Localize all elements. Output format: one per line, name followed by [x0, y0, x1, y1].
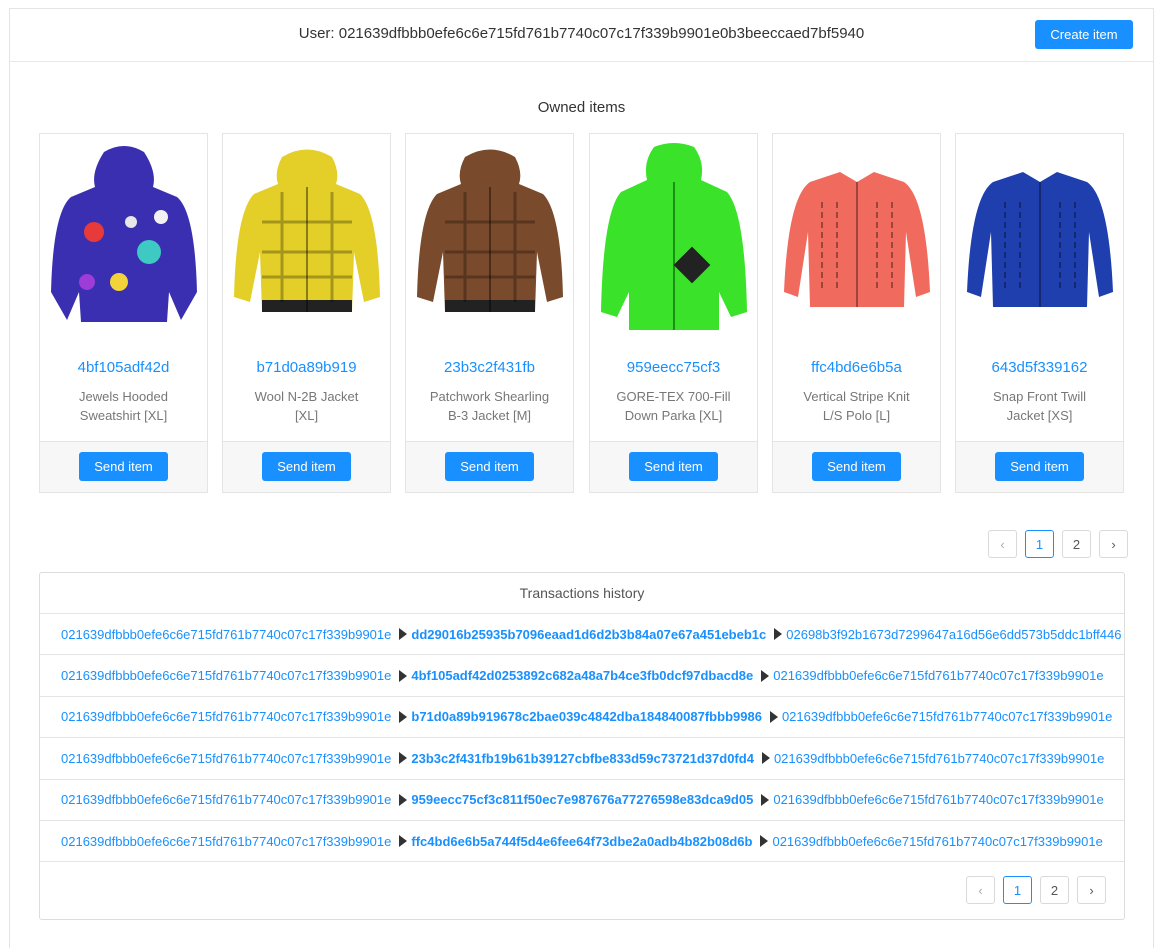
tx-page-2-button[interactable]: 2 [1040, 876, 1069, 904]
transaction-row: 021639dfbbb0efe6c6e715fd761b7740c07c17f3… [40, 738, 1124, 780]
item-id-link[interactable]: 643d5f339162 [956, 359, 1123, 376]
owned-items-title: Owned items [537, 99, 626, 116]
send-item-button[interactable]: Send item [262, 452, 351, 481]
page-2-button[interactable]: 2 [1062, 530, 1091, 558]
user-label: User: 021639dfbbb0efe6c6e715fd761b7740c0… [298, 25, 865, 42]
item-image [228, 139, 385, 335]
recipient-link[interactable]: 021639dfbbb0efe6c6e715fd761b7740c07c17f3… [782, 709, 1112, 724]
arrow-right-icon [399, 793, 408, 806]
item-image [411, 139, 568, 335]
item-card: 23b3c2f431fb Patchwork Shearling B-3 Jac… [405, 133, 574, 493]
item-name: Snap Front Twill Jacket [XS] [993, 389, 1086, 423]
item-name: Wool N-2B Jacket [XL] [254, 389, 359, 423]
send-item-button[interactable]: Send item [995, 452, 1084, 481]
item-image [595, 139, 752, 335]
item-image [778, 139, 935, 335]
recipient-link[interactable]: 021639dfbbb0efe6c6e715fd761b7740c07c17f3… [772, 834, 1102, 849]
recipient-link[interactable]: 021639dfbbb0efe6c6e715fd761b7740c07c17f3… [773, 668, 1103, 683]
item-name: Jewels Hooded Sweatshirt [XL] [79, 389, 168, 423]
item-card: b71d0a89b919 Wool N-2B Jacket [XL] Send … [222, 133, 391, 493]
arrow-right-icon [774, 628, 783, 641]
item-card: 4bf105adf42d Jewels Hooded Sweatshirt [X… [39, 133, 208, 493]
send-item-button[interactable]: Send item [812, 452, 901, 481]
item-card: 959eecc75cf3 GORE-TEX 700-Fill Down Park… [589, 133, 758, 493]
item-name: Patchwork Shearling B-3 Jacket [M] [429, 389, 550, 423]
transactions-history: Transactions history 021639dfbbb0efe6c6e… [39, 572, 1125, 920]
transactions-pagination: ‹ 1 2 › [966, 876, 1106, 904]
item-hash-link[interactable]: 23b3c2f431fb19b61b39127cbfbe833d59c73721… [411, 751, 754, 766]
recipient-link[interactable]: 021639dfbbb0efe6c6e715fd761b7740c07c17f3… [773, 792, 1103, 807]
item-card-footer: Send item [956, 441, 1123, 492]
header: User: 021639dfbbb0efe6c6e715fd761b7740c0… [10, 9, 1153, 62]
item-hash-link[interactable]: dd29016b25935b7096eaad1d6d2b3b84a07e67a4… [411, 627, 766, 642]
sender-link[interactable]: 021639dfbbb0efe6c6e715fd761b7740c07c17f3… [61, 709, 391, 724]
arrow-right-icon [399, 710, 408, 723]
arrow-right-icon [760, 835, 769, 848]
item-card-footer: Send item [40, 441, 207, 492]
item-image [45, 139, 202, 335]
arrow-right-icon [769, 710, 778, 723]
item-name: Vertical Stripe Knit L/S Polo [L] [803, 389, 910, 423]
tx-page-1-button[interactable]: 1 [1003, 876, 1032, 904]
sender-link[interactable]: 021639dfbbb0efe6c6e715fd761b7740c07c17f3… [61, 668, 391, 683]
transaction-row: 021639dfbbb0efe6c6e715fd761b7740c07c17f3… [40, 614, 1124, 656]
arrow-right-icon [399, 628, 408, 641]
sender-link[interactable]: 021639dfbbb0efe6c6e715fd761b7740c07c17f3… [61, 834, 391, 849]
transaction-row: 021639dfbbb0efe6c6e715fd761b7740c07c17f3… [40, 821, 1124, 863]
transaction-row: 021639dfbbb0efe6c6e715fd761b7740c07c17f3… [40, 697, 1124, 739]
send-item-button[interactable]: Send item [79, 452, 168, 481]
item-card-footer: Send item [773, 441, 940, 492]
recipient-link[interactable]: 021639dfbbb0efe6c6e715fd761b7740c07c17f3… [774, 751, 1104, 766]
tx-next-page-button[interactable]: › [1077, 876, 1106, 904]
create-item-button[interactable]: Create item [1035, 20, 1133, 49]
item-card-footer: Send item [590, 441, 757, 492]
transactions-title: Transactions history [40, 573, 1124, 614]
arrow-right-icon [761, 793, 770, 806]
recipient-link[interactable]: 02698b3f92b1673d7299647a16d56e6dd573b5dd… [786, 627, 1121, 642]
main-panel: User: 021639dfbbb0efe6c6e715fd761b7740c0… [9, 8, 1154, 948]
item-card-footer: Send item [223, 441, 390, 492]
tx-prev-page-button[interactable]: ‹ [966, 876, 995, 904]
send-item-button[interactable]: Send item [629, 452, 718, 481]
item-hash-link[interactable]: 4bf105adf42d0253892c682a48a7b4ce3fb0dcf9… [411, 668, 753, 683]
sender-link[interactable]: 021639dfbbb0efe6c6e715fd761b7740c07c17f3… [61, 627, 391, 642]
transaction-row: 021639dfbbb0efe6c6e715fd761b7740c07c17f3… [40, 780, 1124, 821]
arrow-right-icon [399, 669, 408, 682]
item-hash-link[interactable]: ffc4bd6e6b5a744f5d4e6fee64f73dbe2a0adb4b… [411, 834, 752, 849]
next-page-button[interactable]: › [1099, 530, 1128, 558]
prev-page-button[interactable]: ‹ [988, 530, 1017, 558]
item-id-link[interactable]: ffc4bd6e6b5a [773, 359, 940, 376]
item-id-link[interactable]: 23b3c2f431fb [406, 359, 573, 376]
item-image [961, 139, 1118, 335]
item-hash-link[interactable]: b71d0a89b919678c2bae039c4842dba184840087… [411, 709, 762, 724]
item-card-footer: Send item [406, 441, 573, 492]
item-id-link[interactable]: b71d0a89b919 [223, 359, 390, 376]
arrow-right-icon [399, 752, 408, 765]
page-1-button[interactable]: 1 [1025, 530, 1054, 558]
item-id-link[interactable]: 959eecc75cf3 [590, 359, 757, 376]
owned-items-pagination: ‹ 1 2 › [988, 530, 1128, 558]
arrow-right-icon [761, 752, 770, 765]
sender-link[interactable]: 021639dfbbb0efe6c6e715fd761b7740c07c17f3… [61, 751, 391, 766]
send-item-button[interactable]: Send item [445, 452, 534, 481]
arrow-right-icon [761, 669, 770, 682]
item-name: GORE-TEX 700-Fill Down Parka [XL] [616, 389, 731, 423]
item-id-link[interactable]: 4bf105adf42d [40, 359, 207, 376]
transaction-row: 021639dfbbb0efe6c6e715fd761b7740c07c17f3… [40, 655, 1124, 697]
item-card: ffc4bd6e6b5a Vertical Stripe Knit L/S Po… [772, 133, 941, 493]
item-card: 643d5f339162 Snap Front Twill Jacket [XS… [955, 133, 1124, 493]
item-hash-link[interactable]: 959eecc75cf3c811f50ec7e987676a77276598e8… [411, 792, 753, 807]
sender-link[interactable]: 021639dfbbb0efe6c6e715fd761b7740c07c17f3… [61, 792, 391, 807]
transactions-list: 021639dfbbb0efe6c6e715fd761b7740c07c17f3… [40, 614, 1124, 863]
arrow-right-icon [399, 835, 408, 848]
